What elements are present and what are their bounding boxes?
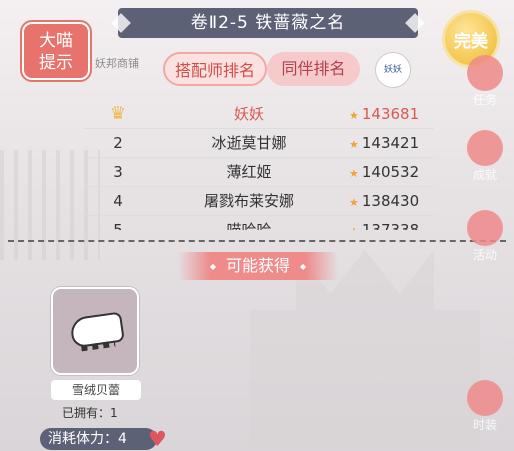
- side-label: 时装: [472, 418, 497, 432]
- tab-partner-ranking[interactable]: 同伴排名: [267, 52, 360, 86]
- achievement-icon: [467, 130, 503, 166]
- score: 137338: [361, 221, 420, 230]
- item-owned-count: 已拥有：1: [62, 406, 118, 420]
- score: 140532: [361, 163, 420, 181]
- tab-stylist-ranking[interactable]: 搭配师排名: [163, 52, 267, 86]
- heart-icon: ♥: [148, 427, 167, 451]
- table-row[interactable]: 5 喵哈哈 ★137338: [84, 216, 434, 230]
- shop-tag[interactable]: 妖邦商铺: [95, 55, 139, 71]
- player-name: 喵哈哈: [226, 221, 272, 230]
- hint-line2: 提示: [39, 53, 73, 73]
- star-icon: ★: [349, 109, 359, 122]
- possible-drop-label: 可能获得: [225, 256, 290, 275]
- hint-button[interactable]: 大喵 提示: [22, 22, 90, 80]
- player-name: 薄红姬: [226, 163, 272, 181]
- event-icon: [467, 210, 503, 246]
- rank-number: 5: [113, 221, 123, 230]
- table-row[interactable]: 3 薄红姬 ★ 140532: [84, 158, 434, 187]
- player-name: 冰逝莫甘娜: [211, 134, 287, 152]
- shoe-icon: [69, 311, 125, 349]
- side-fashion[interactable]: 时装: [455, 380, 514, 433]
- possible-drop-header: 可能获得: [178, 252, 338, 280]
- player-name: 妖妖: [233, 105, 264, 123]
- item-card[interactable]: [51, 287, 139, 375]
- stamina-cost: 消耗体力：4: [40, 428, 157, 450]
- side-label: 活动: [472, 248, 497, 262]
- side-event[interactable]: 活动: [455, 210, 514, 263]
- crown-gold-icon: ♛: [109, 103, 127, 124]
- fashion-icon: [467, 380, 503, 416]
- item-name: 雪绒贝蕾: [51, 380, 141, 400]
- player-name: 屠戮布莱安娜: [203, 192, 294, 210]
- star-icon: ★: [349, 167, 359, 180]
- table-row[interactable]: 2 冰逝莫甘娜 ★ 143421: [84, 129, 434, 158]
- stage-title: 卷Ⅱ2-5 铁蔷薇之名: [118, 8, 418, 38]
- side-label: 成就: [472, 168, 497, 182]
- avatar[interactable]: 妖妖: [375, 52, 411, 88]
- score: 138430: [361, 192, 420, 210]
- task-icon: [467, 55, 503, 91]
- rank-number: 4: [113, 192, 123, 210]
- divider: [8, 240, 506, 242]
- score: 143421: [361, 134, 420, 152]
- star-icon: ★: [349, 138, 359, 151]
- side-achievement[interactable]: 成就: [455, 130, 514, 183]
- score: 143681: [361, 105, 420, 123]
- side-task[interactable]: 任务: [455, 55, 514, 108]
- table-row[interactable]: 4 屠戮布莱安娜 ★ 138430: [84, 187, 434, 216]
- star-icon: ★: [349, 225, 359, 230]
- rank-number: 2: [113, 134, 123, 152]
- star-icon: ★: [349, 196, 359, 209]
- ranking-list[interactable]: ♛ 妖妖 ★ 143681 2 冰逝莫甘娜 ★ 143421 3 薄红姬 ★ 1405…: [84, 100, 434, 230]
- table-row[interactable]: ♛ 妖妖 ★ 143681: [84, 100, 434, 129]
- side-label: 任务: [472, 93, 497, 107]
- hint-line1: 大喵: [39, 31, 73, 51]
- rank-number: 3: [113, 163, 123, 181]
